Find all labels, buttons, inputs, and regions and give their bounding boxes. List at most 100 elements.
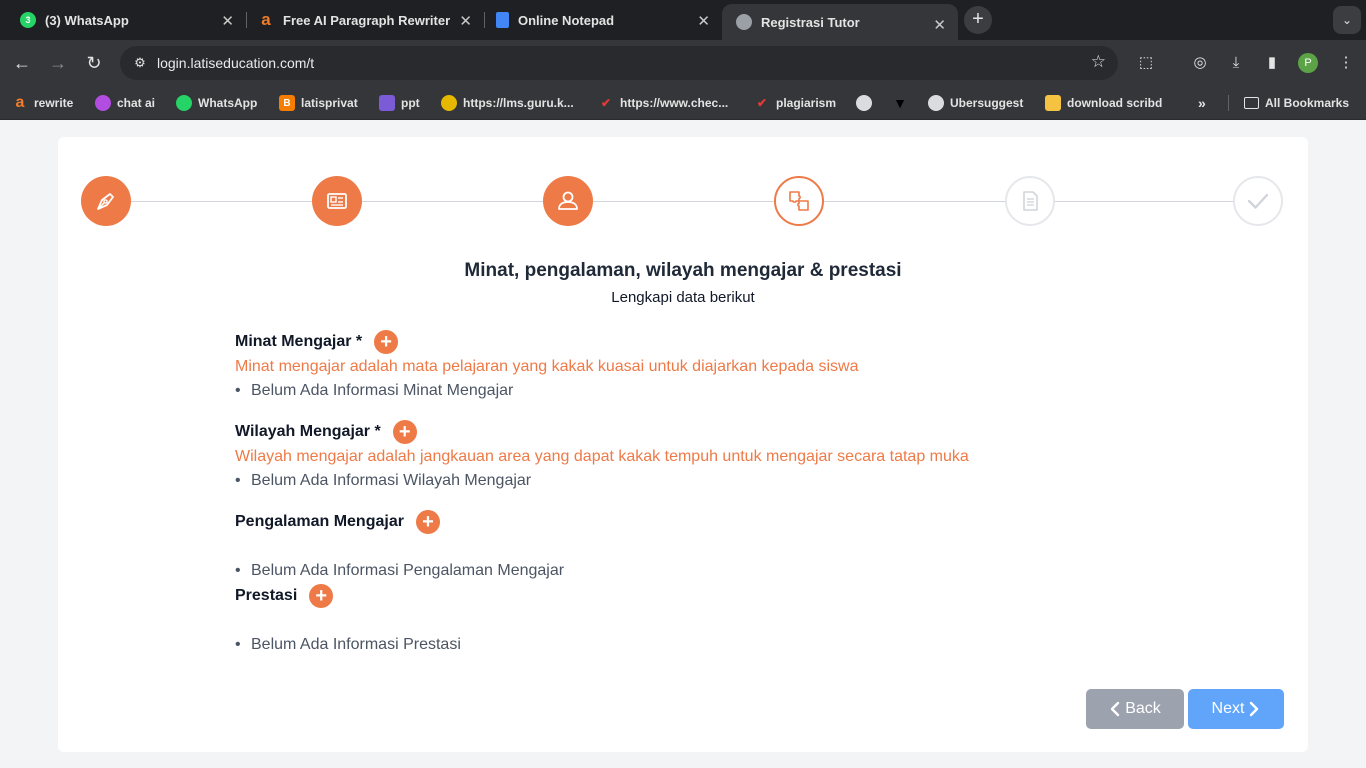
bookmark-shirt[interactable]: ▼	[892, 95, 914, 111]
globe-icon	[928, 95, 944, 111]
tab-title: (3) WhatsApp	[45, 12, 129, 28]
back-button[interactable]: Back	[1086, 689, 1184, 729]
bookmarks-bar: a rewrite chat ai WhatsApp B latisprivat…	[0, 86, 1366, 120]
stepper-connector	[593, 201, 774, 202]
bookmark-label: plagiarism	[776, 96, 837, 110]
lms-icon	[441, 95, 457, 111]
bookmark-rewrite[interactable]: a rewrite	[12, 94, 74, 111]
step-2	[312, 176, 362, 226]
bookmark-ppt[interactable]: ppt	[379, 95, 420, 111]
chevron-right-icon	[1250, 701, 1259, 717]
form-title: Minat, pengalaman, wilayah mengajar & pr…	[464, 260, 902, 281]
new-tab-button[interactable]: +	[964, 6, 992, 34]
section-prestasi: Prestasi + Belum Ada Informasi Prestasi	[235, 584, 1135, 656]
tab-online-notepad[interactable]: Online Notepad ✕	[476, 0, 722, 40]
add-minat-mengajar-button[interactable]: +	[374, 330, 399, 354]
rewriter-icon: a	[261, 10, 271, 29]
step-1	[81, 176, 131, 226]
bookmark-checker[interactable]: ✔ https://www.chec...	[598, 95, 728, 111]
tab-whatsapp[interactable]: 3 (3) WhatsApp ✕	[0, 0, 246, 40]
list-item: Belum Ada Informasi Wilayah Mengajar	[235, 470, 1135, 492]
rewriter-icon: a	[15, 94, 25, 111]
section-hint: Minat mengajar adalah mata pelajaran yan…	[235, 358, 859, 375]
extensions-icon[interactable]: ⬚	[1134, 51, 1158, 75]
section-wilayah-mengajar: Wilayah Mengajar * + Wilayah mengajar ad…	[235, 420, 1135, 492]
bookmarks-divider	[1228, 95, 1229, 111]
reload-icon[interactable]: ↻	[81, 50, 107, 76]
form-subtitle: Lengkapi data berikut	[611, 289, 755, 306]
blogger-icon: B	[279, 95, 295, 111]
add-prestasi-button[interactable]: +	[309, 584, 334, 608]
stepper-connector	[1055, 201, 1233, 202]
page-background: Minat, pengalaman, wilayah mengajar & pr…	[0, 121, 1366, 768]
side-panel-icon[interactable]: ▮	[1260, 51, 1284, 75]
stepper-connector	[362, 201, 543, 202]
add-wilayah-mengajar-button[interactable]: +	[392, 420, 417, 444]
whatsapp-icon: 3	[20, 12, 36, 28]
section-header: Minat Mengajar * +	[235, 330, 1135, 354]
address-bar[interactable]: ⚙ login.latiseducation.com/t ☆	[120, 46, 1118, 80]
tab-registrasi-tutor[interactable]: Registrasi Tutor ✕	[722, 4, 958, 40]
forward-arrow-icon[interactable]: →	[45, 50, 71, 76]
section-header: Prestasi +	[235, 584, 1135, 608]
bookmark-label: https://lms.guru.k...	[463, 96, 574, 110]
bookmark-download-scribd[interactable]: download scribd	[1045, 95, 1162, 111]
checkmark-icon: ✔	[756, 96, 768, 110]
id-card-icon	[327, 193, 347, 209]
browser-tab-strip: 3 (3) WhatsApp ✕ a Free AI Paragraph Rew…	[0, 0, 1366, 40]
next-button-label: Next	[1211, 700, 1245, 717]
list-item: Belum Ada Informasi Prestasi	[235, 634, 1135, 656]
close-icon[interactable]: ✕	[459, 12, 472, 30]
bookmark-label: https://www.chec...	[620, 96, 729, 110]
profile-avatar[interactable]: P	[1298, 53, 1318, 73]
stepper-connector	[131, 201, 312, 202]
chat-ai-icon	[95, 95, 111, 111]
back-button-label: Back	[1125, 700, 1161, 717]
tab-title: Online Notepad	[518, 12, 615, 28]
more-bookmarks-chevron-icon[interactable]: »	[1198, 95, 1206, 111]
bookmark-plagiarism[interactable]: ✔ plagiarism	[754, 95, 836, 111]
tab-paragraph-rewriter[interactable]: a Free AI Paragraph Rewriter ✕	[238, 0, 484, 40]
bookmark-label: download scribd	[1067, 96, 1163, 110]
user-icon	[558, 191, 578, 210]
site-settings-icon[interactable]: ⚙	[130, 53, 150, 73]
section-hint: Wilayah mengajar adalah jangkauan area y…	[235, 448, 969, 465]
back-arrow-icon[interactable]: ←	[9, 50, 35, 76]
browser-toolbar: ← → ↻ ⚙ login.latiseducation.com/t ☆ ⬚ ◎…	[0, 40, 1366, 86]
section-title: Minat Mengajar *	[235, 333, 363, 350]
bookmark-star-icon[interactable]: ☆	[1091, 52, 1106, 72]
chevron-left-icon	[1111, 701, 1120, 717]
bookmark-label: latisprivat	[301, 96, 358, 110]
section-pengalaman-mengajar: Pengalaman Mengajar + Belum Ada Informas…	[235, 510, 1135, 582]
scribd-icon	[1045, 95, 1061, 111]
bookmark-whatsapp[interactable]: WhatsApp	[176, 95, 257, 111]
section-title: Pengalaman Mengajar	[235, 513, 404, 530]
bookmark-ubersuggest[interactable]: Ubersuggest	[928, 95, 1023, 111]
close-icon[interactable]: ✕	[221, 12, 234, 30]
url-text[interactable]: login.latiseducation.com/t	[157, 55, 314, 71]
bookmark-label: chat ai	[117, 96, 156, 110]
bookmark-latisprivat[interactable]: B latisprivat	[279, 95, 358, 111]
checkmark-icon: ✔	[600, 96, 612, 110]
list-item: Belum Ada Informasi Minat Mengajar	[235, 380, 1135, 402]
close-icon[interactable]: ✕	[933, 16, 946, 34]
section-minat-mengajar: Minat Mengajar * + Minat mengajar adalah…	[235, 330, 1135, 402]
step-6	[1233, 176, 1283, 226]
tab-search-button[interactable]: ⌄	[1333, 6, 1361, 34]
notepad-icon	[496, 12, 509, 28]
performance-icon[interactable]: ◎	[1188, 51, 1212, 75]
bookmark-lms[interactable]: https://lms.guru.k...	[441, 95, 574, 111]
bookmark-globe[interactable]	[856, 95, 878, 111]
section-title: Prestasi	[235, 587, 298, 604]
step-4	[774, 176, 824, 226]
bookmark-label: rewrite	[34, 96, 74, 110]
close-icon[interactable]: ✕	[697, 12, 710, 30]
bookmark-chat-ai[interactable]: chat ai	[95, 95, 155, 111]
add-pengalaman-mengajar-button[interactable]: +	[415, 510, 440, 534]
menu-kebab-icon[interactable]: ⋮	[1334, 51, 1358, 75]
bookmark-label: ppt	[401, 96, 420, 110]
next-button[interactable]: Next	[1188, 689, 1284, 729]
step-3	[543, 176, 593, 226]
download-icon[interactable]: ⤓	[1224, 51, 1248, 75]
all-bookmarks-button[interactable]: All Bookmarks	[1244, 95, 1349, 111]
